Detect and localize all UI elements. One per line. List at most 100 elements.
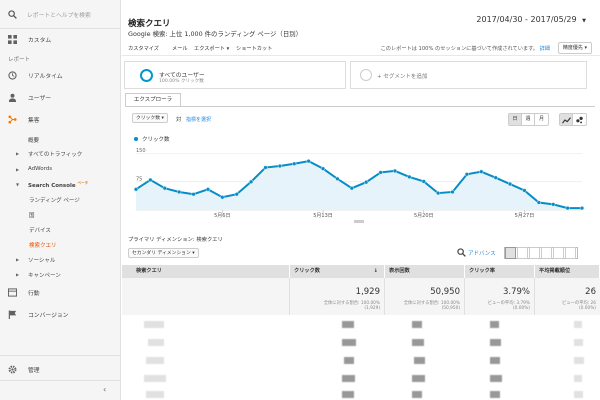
data-point[interactable] xyxy=(436,190,441,196)
data-point[interactable] xyxy=(306,159,311,164)
data-point[interactable] xyxy=(292,161,297,166)
sidebar-subitem-overview[interactable]: 概要 xyxy=(28,136,39,144)
data-point[interactable] xyxy=(133,187,139,192)
line-chart: 75 150 5月6日 5月13日 5月20日 5月27日 xyxy=(133,148,585,219)
column-header-label: 検索クエリ xyxy=(136,268,162,274)
table-view-icon[interactable] xyxy=(505,247,516,259)
totals-value: 1,929 xyxy=(355,287,380,297)
totals-note: (50,950) xyxy=(441,306,460,311)
sidebar-subitem-search-console[interactable]: Search Console ベータ xyxy=(28,181,88,189)
data-point[interactable] xyxy=(177,189,182,195)
tab-explorer[interactable]: エクスプローラ xyxy=(125,93,181,106)
clock-icon xyxy=(8,71,17,80)
sidebar: レポートとヘルプを検索 カスタム レポート リアルタイム ユーザー 集客 概要 … xyxy=(0,0,121,400)
totals-ctr: 3.79% ビューの平均: 3.79% (0.00%) xyxy=(465,278,535,315)
shortcut-button[interactable]: ショートカット xyxy=(236,45,272,52)
search-icon[interactable] xyxy=(457,248,466,257)
sidebar-item-label: コンバージョン xyxy=(28,312,69,319)
data-point[interactable] xyxy=(162,186,167,191)
period-month-button[interactable]: 月 xyxy=(535,114,548,125)
period-week-button[interactable]: 週 xyxy=(522,114,535,125)
period-day-button[interactable]: 日 xyxy=(509,114,522,125)
data-point[interactable] xyxy=(536,200,541,205)
data-point[interactable] xyxy=(263,165,268,170)
sidebar-item-admin[interactable]: 管理 xyxy=(0,362,121,376)
data-point[interactable] xyxy=(248,179,254,184)
sidebar-item-custom[interactable]: カスタム xyxy=(0,32,121,46)
obscured-cell xyxy=(412,375,425,382)
sidebar-subitem-social[interactable]: ソーシャル xyxy=(28,256,55,264)
column-header-label: クリック数 xyxy=(294,268,320,274)
sidebar-subitem-campaigns[interactable]: キャンペーン xyxy=(28,271,61,279)
data-point[interactable] xyxy=(479,169,484,174)
sidebar-item-users[interactable]: ユーザー xyxy=(0,90,121,104)
customize-button[interactable]: カスタマイズ xyxy=(128,45,159,52)
secondary-dimension-dropdown[interactable]: セカンダリ ディメンション ▾ xyxy=(128,248,199,258)
data-point[interactable] xyxy=(565,206,570,211)
data-point[interactable] xyxy=(378,170,383,175)
term-cloud-view-icon[interactable] xyxy=(553,247,564,259)
column-header-avg-position[interactable]: 平均掲載順位 xyxy=(535,265,600,278)
sidebar-item-behavior[interactable]: 行動 xyxy=(0,285,121,299)
column-header-impressions[interactable]: 表示回数 xyxy=(385,265,465,278)
data-point[interactable] xyxy=(148,177,153,183)
chart-resize-handle[interactable] xyxy=(354,220,364,223)
data-point[interactable] xyxy=(450,189,455,195)
data-point[interactable] xyxy=(191,192,196,197)
data-point[interactable] xyxy=(277,163,282,169)
export-button[interactable]: エクスポート ▾ xyxy=(194,45,229,52)
data-point[interactable] xyxy=(579,206,585,211)
primary-dimension-value: 検索クエリ xyxy=(196,237,223,243)
sidebar-item-conversions[interactable]: コンバージョン xyxy=(0,307,121,321)
data-point[interactable] xyxy=(464,172,470,177)
precision-dropdown[interactable]: 精度優先 ▾ xyxy=(557,42,592,54)
data-point[interactable] xyxy=(507,181,513,187)
data-point[interactable] xyxy=(392,168,398,174)
data-point[interactable] xyxy=(205,187,211,192)
obscured-cell xyxy=(574,321,582,328)
data-point[interactable] xyxy=(407,174,412,180)
performance-view-icon[interactable] xyxy=(529,247,540,259)
sidebar-subitem-queries-active[interactable]: 検索クエリ xyxy=(29,241,57,249)
sidebar-subitem-devices[interactable]: デバイス xyxy=(29,226,51,234)
sidebar-item-realtime[interactable]: リアルタイム xyxy=(0,68,121,82)
data-point[interactable] xyxy=(234,192,239,197)
segment-all-users[interactable]: すべてのユーザー 100.00% クリック数 xyxy=(124,61,346,89)
motion-chart-icon[interactable] xyxy=(573,114,586,125)
sidebar-subitem-all-traffic[interactable]: すべてのトラフィック xyxy=(28,150,82,158)
data-point[interactable] xyxy=(349,186,354,191)
totals-impressions: 50,950 全体に対する割合: 100.00% (50,950) xyxy=(385,278,465,315)
column-header-query[interactable]: 検索クエリ xyxy=(122,265,290,278)
data-point[interactable] xyxy=(320,166,326,171)
add-segment-button[interactable]: + セグメントを追加 xyxy=(350,61,587,89)
data-point[interactable] xyxy=(421,179,426,184)
data-point[interactable] xyxy=(493,175,498,180)
sidebar-item-label: 集客 xyxy=(28,117,40,124)
sidebar-item-acquisition[interactable]: 集客 xyxy=(0,112,121,126)
empty-ring-icon xyxy=(360,69,372,81)
column-header-ctr[interactable]: クリック率 xyxy=(465,265,535,278)
select-metric-link[interactable]: 指標を選択 xyxy=(186,116,211,123)
data-point[interactable] xyxy=(551,202,556,207)
email-button[interactable]: メール xyxy=(172,45,188,52)
sidebar-subitem-adwords[interactable]: AdWords xyxy=(28,166,52,172)
column-header-label: 表示回数 xyxy=(389,268,410,274)
sidebar-subitem-landing-pages[interactable]: ランディング ページ xyxy=(29,196,80,204)
date-range-picker[interactable]: 2017/04/30 - 2017/05/29 ▼ xyxy=(476,15,586,24)
data-point[interactable] xyxy=(364,180,369,185)
pie-view-icon[interactable] xyxy=(517,247,528,259)
pivot-view-icon[interactable] xyxy=(565,247,576,259)
data-point[interactable] xyxy=(335,176,340,181)
advanced-filter-link[interactable]: アドバンス xyxy=(468,249,496,257)
comparison-view-icon[interactable] xyxy=(541,247,552,259)
data-point[interactable] xyxy=(522,188,527,193)
data-point[interactable] xyxy=(220,195,225,200)
detail-link[interactable]: 詳細 xyxy=(540,46,550,52)
sidebar-subitem-countries[interactable]: 国 xyxy=(29,211,35,219)
metric-dropdown[interactable]: クリック数 ▾ xyxy=(132,113,168,123)
obscured-cell xyxy=(574,391,583,398)
sidebar-search[interactable]: レポートとヘルプを検索 xyxy=(0,0,121,28)
column-header-clicks[interactable]: クリック数 ↓ xyxy=(290,265,385,278)
collapse-sidebar-icon[interactable]: ‹ xyxy=(103,385,106,394)
line-chart-icon[interactable] xyxy=(560,114,573,125)
